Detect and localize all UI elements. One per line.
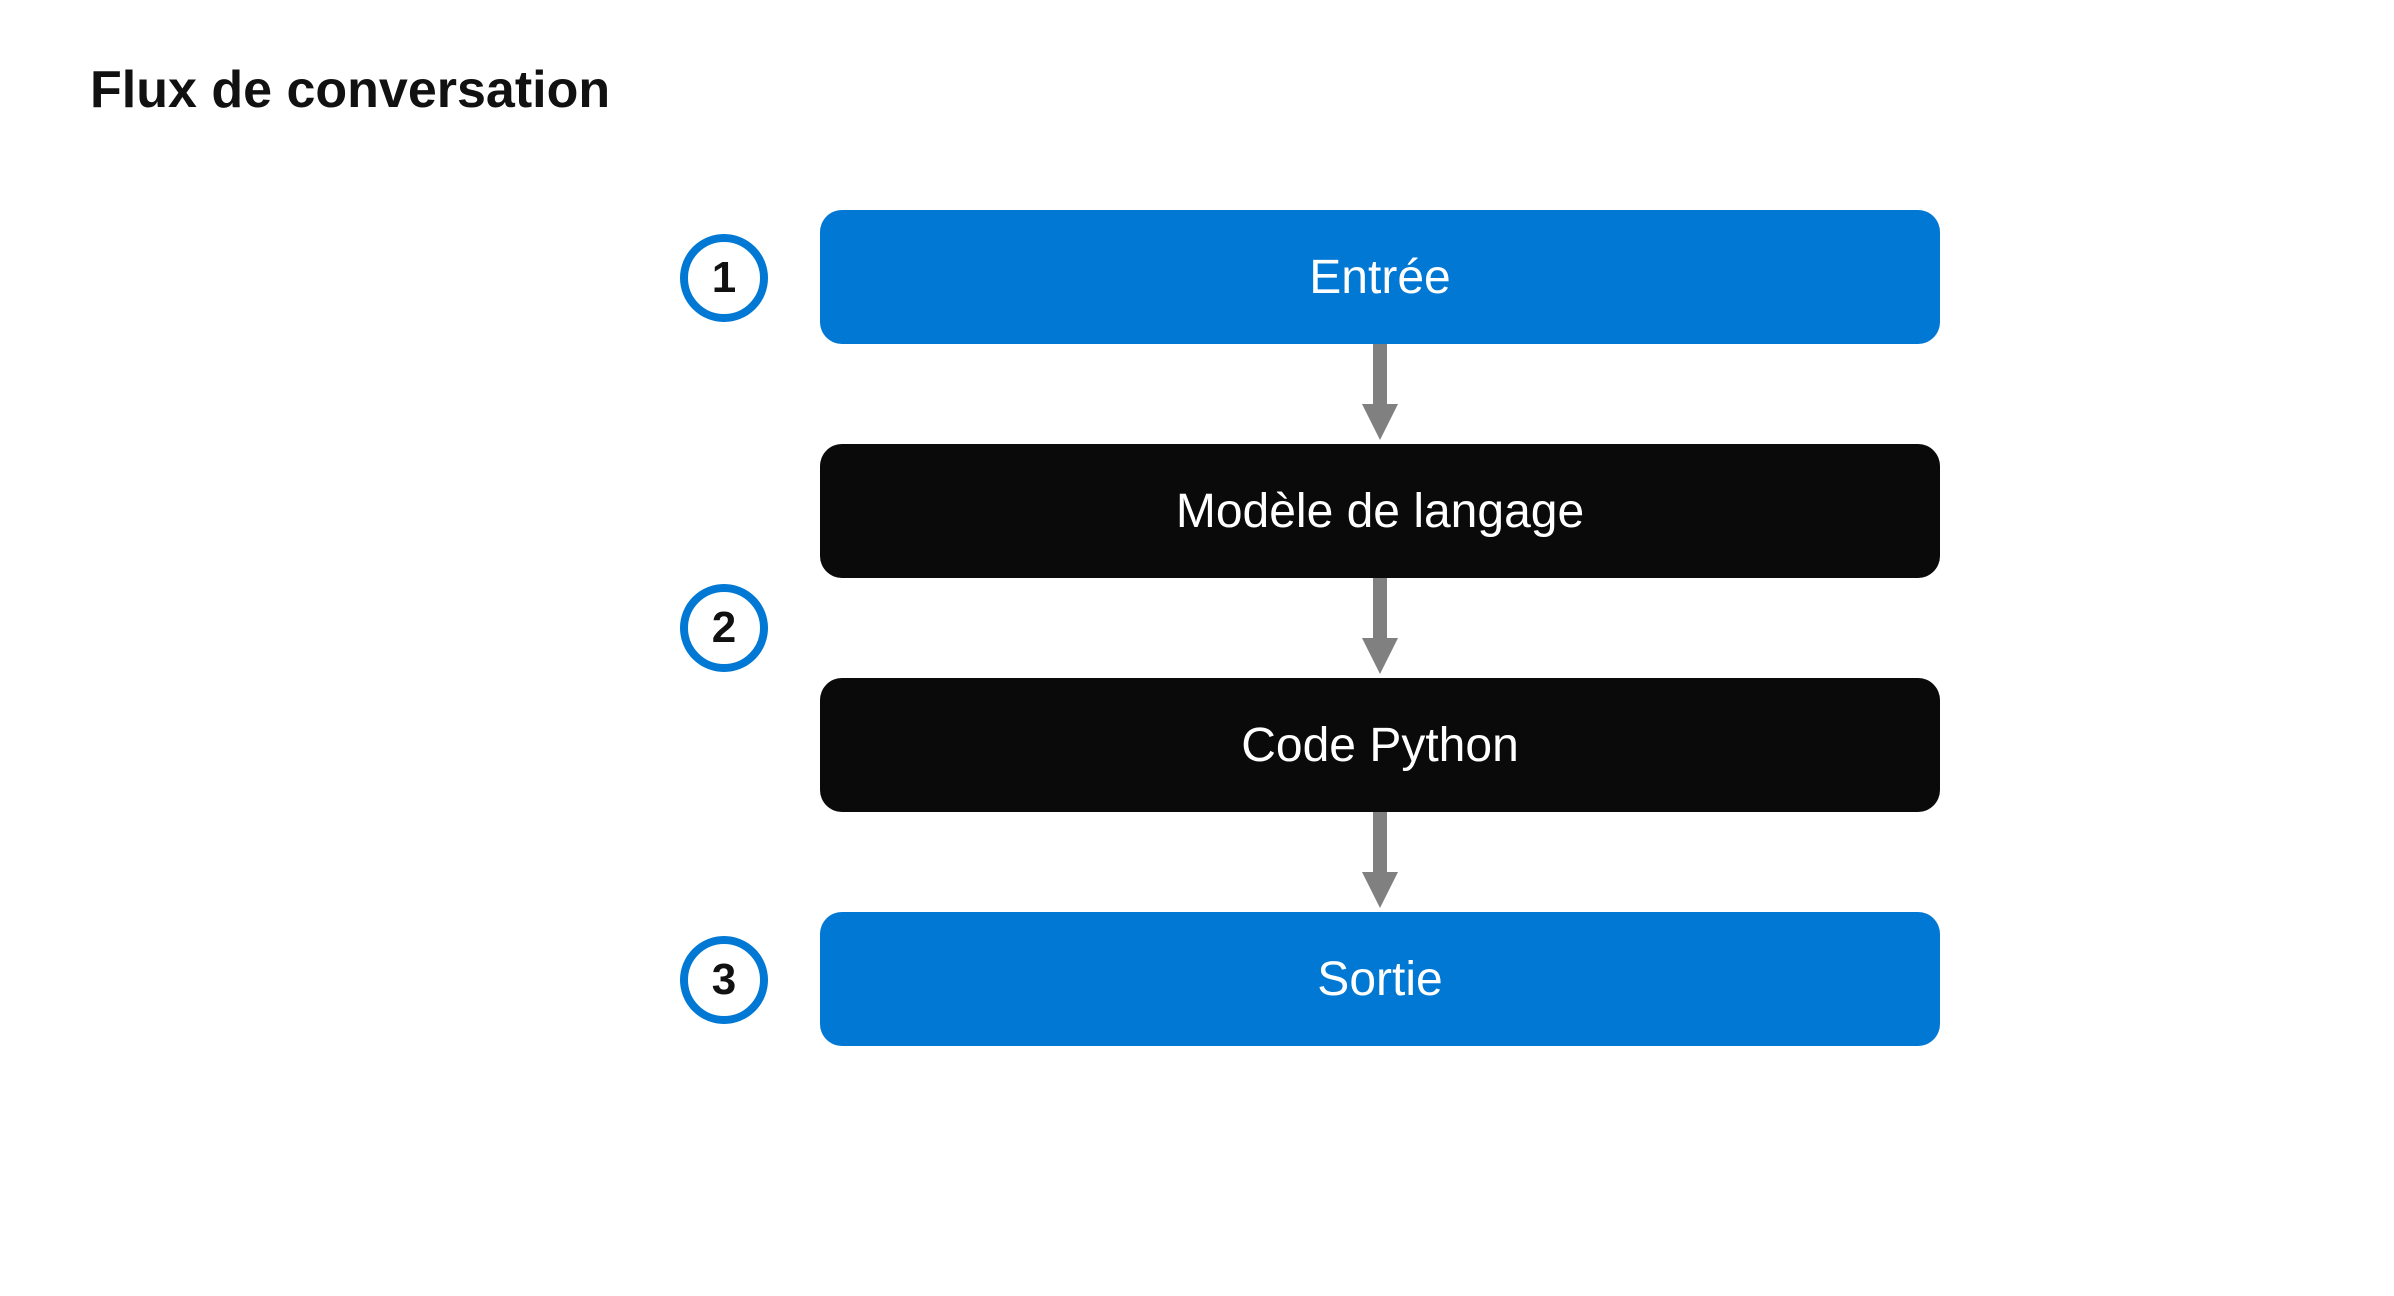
flow-node-label: Sortie (1317, 952, 1442, 1007)
flow-node-language-model: Modèle de langage (820, 444, 1940, 578)
flow-node-label: Code Python (1241, 718, 1519, 773)
step-badge-2: 2 (680, 584, 768, 672)
flow-node-python-code: Code Python (820, 678, 1940, 812)
arrow-down-icon (820, 344, 1940, 444)
step-badge-1: 1 (680, 234, 768, 322)
flow-node-output: Sortie (820, 912, 1940, 1046)
step-badge-3: 3 (680, 936, 768, 1024)
diagram-title: Flux de conversation (90, 60, 610, 120)
flow-diagram: 1 Entrée Modèle de langage 2 Code Python (820, 210, 2070, 1046)
flow-node-input: Entrée (820, 210, 1940, 344)
flow-node-label: Modèle de langage (1176, 484, 1584, 539)
flow-node-label: Entrée (1309, 250, 1450, 305)
arrow-down-icon (820, 812, 1940, 912)
arrow-down-icon: 2 (820, 578, 1940, 678)
